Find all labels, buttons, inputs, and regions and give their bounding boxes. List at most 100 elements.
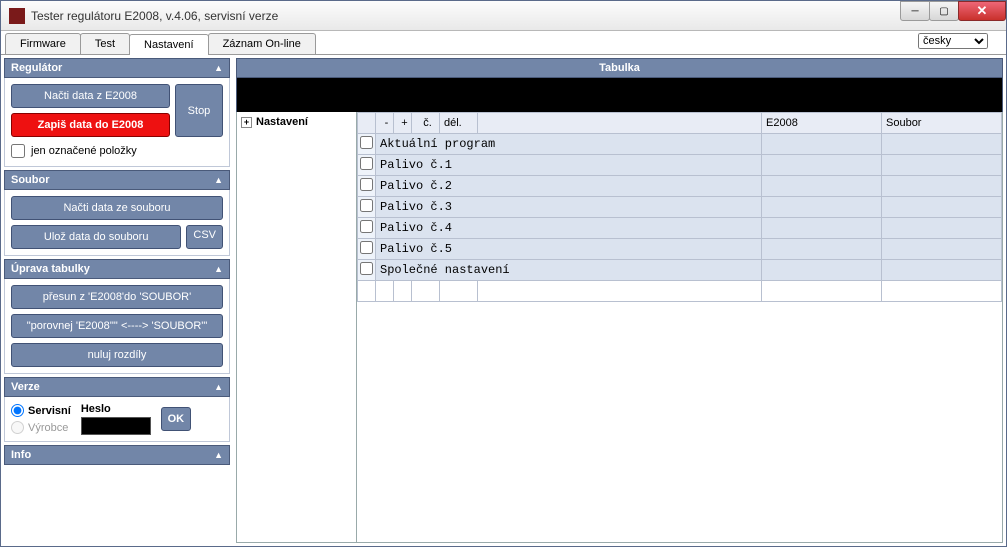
radio-servisni-input[interactable]	[11, 404, 24, 417]
tab-bar: Firmware Test Nastavení Záznam On-line č…	[1, 31, 1006, 55]
chevron-up-icon: ▲	[214, 175, 223, 185]
status-band	[236, 78, 1003, 112]
row-label: Společné nastavení	[376, 260, 762, 281]
move-button[interactable]: přesun z 'E2008'do 'SOUBOR'	[11, 285, 223, 309]
write-e2008-button[interactable]: Zapiš data do E2008	[11, 113, 170, 137]
row-label: Palivo č.5	[376, 239, 762, 260]
table-header-row: - + č. dél. E2008 Soubor	[358, 113, 1002, 134]
table-row-empty	[358, 281, 1002, 302]
ok-button[interactable]: OK	[161, 407, 191, 431]
table-empty-space	[357, 302, 1002, 542]
table-row[interactable]: Palivo č.2	[358, 176, 1002, 197]
row-label: Palivo č.2	[376, 176, 762, 197]
expand-icon[interactable]: +	[241, 117, 252, 128]
chevron-up-icon: ▲	[214, 264, 223, 274]
row-check[interactable]	[360, 136, 373, 149]
panel-regulator-title: Regulátor	[11, 62, 62, 74]
window-buttons: ─ ▢ ✕	[901, 1, 1006, 30]
language-select[interactable]: česky	[918, 33, 988, 49]
panel-soubor: Soubor ▲ Načti data ze souboru Ulož data…	[4, 170, 230, 256]
col-minus[interactable]: -	[376, 113, 394, 134]
row-label: Palivo č.1	[376, 155, 762, 176]
app-window: Tester regulátoru E2008, v.4.06, servisn…	[0, 0, 1007, 547]
row-check[interactable]	[360, 241, 373, 254]
panel-info-header[interactable]: Info ▲	[4, 445, 230, 465]
tree-root-label: Nastavení	[256, 116, 308, 128]
panel-verze-title: Verze	[11, 381, 40, 393]
only-checked-input[interactable]	[11, 144, 25, 158]
only-checked-label: jen označené položky	[31, 145, 137, 157]
col-plus[interactable]: +	[394, 113, 412, 134]
tab-nastaveni[interactable]: Nastavení	[129, 34, 209, 55]
table-panel: - + č. dél. E2008 Soubor Aktuální progra…	[357, 112, 1002, 542]
table-row[interactable]: Palivo č.3	[358, 197, 1002, 218]
main-area: Tabulka + Nastavení	[233, 55, 1006, 546]
panel-soubor-title: Soubor	[11, 174, 50, 186]
content: Regulátor ▲ Načti data z E2008 Zapiš dat…	[1, 55, 1006, 546]
panel-soubor-header[interactable]: Soubor ▲	[4, 170, 230, 190]
chevron-up-icon: ▲	[214, 382, 223, 392]
row-check[interactable]	[360, 262, 373, 275]
minimize-button[interactable]: ─	[900, 1, 930, 21]
compare-button[interactable]: "porovnej 'E2008'"' <----> 'SOUBOR'"	[11, 314, 223, 338]
row-label: Palivo č.3	[376, 197, 762, 218]
panel-info-title: Info	[11, 449, 31, 461]
row-check[interactable]	[360, 199, 373, 212]
read-e2008-button[interactable]: Načti data z E2008	[11, 84, 170, 108]
row-label: Aktuální program	[376, 134, 762, 155]
reset-diff-button[interactable]: nuluj rozdíly	[11, 343, 223, 367]
panel-info: Info ▲	[4, 445, 230, 465]
maximize-button[interactable]: ▢	[929, 1, 959, 21]
only-checked-checkbox[interactable]: jen označené položky	[11, 142, 223, 160]
row-check[interactable]	[360, 178, 373, 191]
tree-root[interactable]: + Nastavení	[241, 116, 352, 128]
chevron-up-icon: ▲	[214, 63, 223, 73]
col-del[interactable]: dél.	[440, 113, 478, 134]
chevron-up-icon: ▲	[214, 450, 223, 460]
table-row[interactable]: Palivo č.5	[358, 239, 1002, 260]
password-input[interactable]	[81, 417, 151, 435]
titlebar: Tester regulátoru E2008, v.4.06, servisn…	[1, 1, 1006, 31]
table-row[interactable]: Palivo č.1	[358, 155, 1002, 176]
tab-firmware[interactable]: Firmware	[5, 33, 81, 54]
table-row[interactable]: Společné nastavení	[358, 260, 1002, 281]
window-title: Tester regulátoru E2008, v.4.06, servisn…	[31, 9, 901, 23]
panel-uprava-title: Úprava tabulky	[11, 263, 90, 275]
save-file-button[interactable]: Ulož data do souboru	[11, 225, 181, 249]
app-icon	[9, 8, 25, 24]
tree-panel: + Nastavení	[237, 112, 357, 542]
col-check[interactable]	[358, 113, 376, 134]
row-check[interactable]	[360, 220, 373, 233]
panel-uprava: Úprava tabulky ▲ přesun z 'E2008'do 'SOU…	[4, 259, 230, 374]
data-table: - + č. dél. E2008 Soubor Aktuální progra…	[357, 112, 1002, 302]
col-num[interactable]: č.	[412, 113, 440, 134]
grid-area: + Nastavení - +	[236, 112, 1003, 543]
radio-servisni[interactable]: Servisní	[11, 404, 71, 417]
table-row[interactable]: Aktuální program	[358, 134, 1002, 155]
table-row[interactable]: Palivo č.4	[358, 218, 1002, 239]
panel-verze-header[interactable]: Verze ▲	[4, 377, 230, 397]
panel-regulator: Regulátor ▲ Načti data z E2008 Zapiš dat…	[4, 58, 230, 167]
read-file-button[interactable]: Načti data ze souboru	[11, 196, 223, 220]
radio-vyrobce[interactable]: Výrobce	[11, 421, 71, 434]
table-title: Tabulka	[236, 58, 1003, 78]
radio-vyrobce-label: Výrobce	[28, 422, 68, 434]
csv-button[interactable]: CSV	[186, 225, 223, 249]
password-box: Heslo	[81, 403, 151, 435]
radio-servisni-label: Servisní	[28, 405, 71, 417]
panel-uprava-header[interactable]: Úprava tabulky ▲	[4, 259, 230, 279]
close-button[interactable]: ✕	[958, 1, 1006, 21]
stop-button[interactable]: Stop	[175, 84, 223, 137]
password-label: Heslo	[81, 403, 151, 415]
sidebar: Regulátor ▲ Načti data z E2008 Zapiš dat…	[1, 55, 233, 546]
row-check[interactable]	[360, 157, 373, 170]
col-soubor[interactable]: Soubor	[882, 113, 1002, 134]
tab-test[interactable]: Test	[80, 33, 130, 54]
language-select-wrap: česky	[918, 33, 988, 49]
tab-zaznam[interactable]: Záznam On-line	[208, 33, 316, 54]
col-e2008[interactable]: E2008	[762, 113, 882, 134]
panel-regulator-header[interactable]: Regulátor ▲	[4, 58, 230, 78]
col-name[interactable]	[478, 113, 762, 134]
row-label: Palivo č.4	[376, 218, 762, 239]
radio-vyrobce-input[interactable]	[11, 421, 24, 434]
